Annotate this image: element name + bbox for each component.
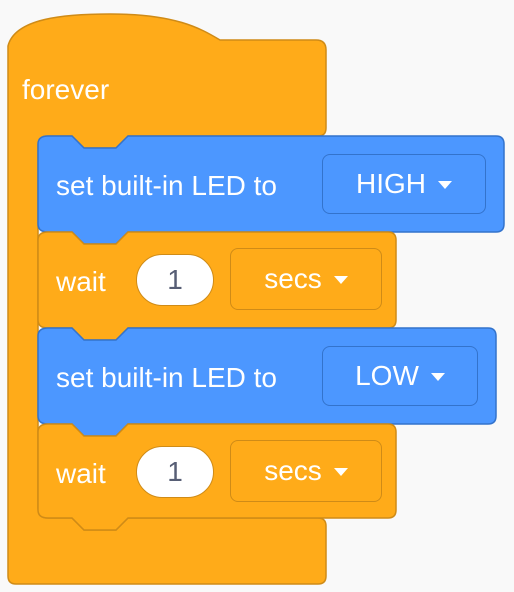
wait-unit-dropdown-2[interactable]: secs [230, 440, 382, 502]
led-state-dropdown-1[interactable]: HIGH [322, 154, 486, 214]
led-state-dropdown-2[interactable]: LOW [322, 346, 478, 406]
wait-unit-value-2: secs [264, 455, 322, 486]
chevron-down-icon [430, 373, 445, 381]
forever-label: forever [22, 74, 110, 105]
wait-unit-dropdown-1[interactable]: secs [230, 248, 382, 310]
wait-unit-value-1: secs [264, 263, 322, 294]
scratch-script-area: forever set built-in LED to HIGH wait 1 … [0, 0, 514, 592]
chevron-down-icon [438, 181, 452, 189]
wait-label-1: wait [56, 266, 106, 297]
chevron-down-icon [333, 276, 348, 284]
wait-duration-input-2[interactable]: 1 [136, 446, 214, 498]
wait-label-2: wait [56, 458, 106, 489]
set-led-label-2: set built-in LED to [56, 362, 277, 393]
chevron-down-icon [333, 468, 348, 476]
wait-duration-input-1[interactable]: 1 [136, 254, 214, 306]
led-state-value-2: LOW [355, 360, 419, 391]
led-state-value-1: HIGH [356, 168, 426, 199]
set-led-label-1: set built-in LED to [56, 170, 277, 201]
